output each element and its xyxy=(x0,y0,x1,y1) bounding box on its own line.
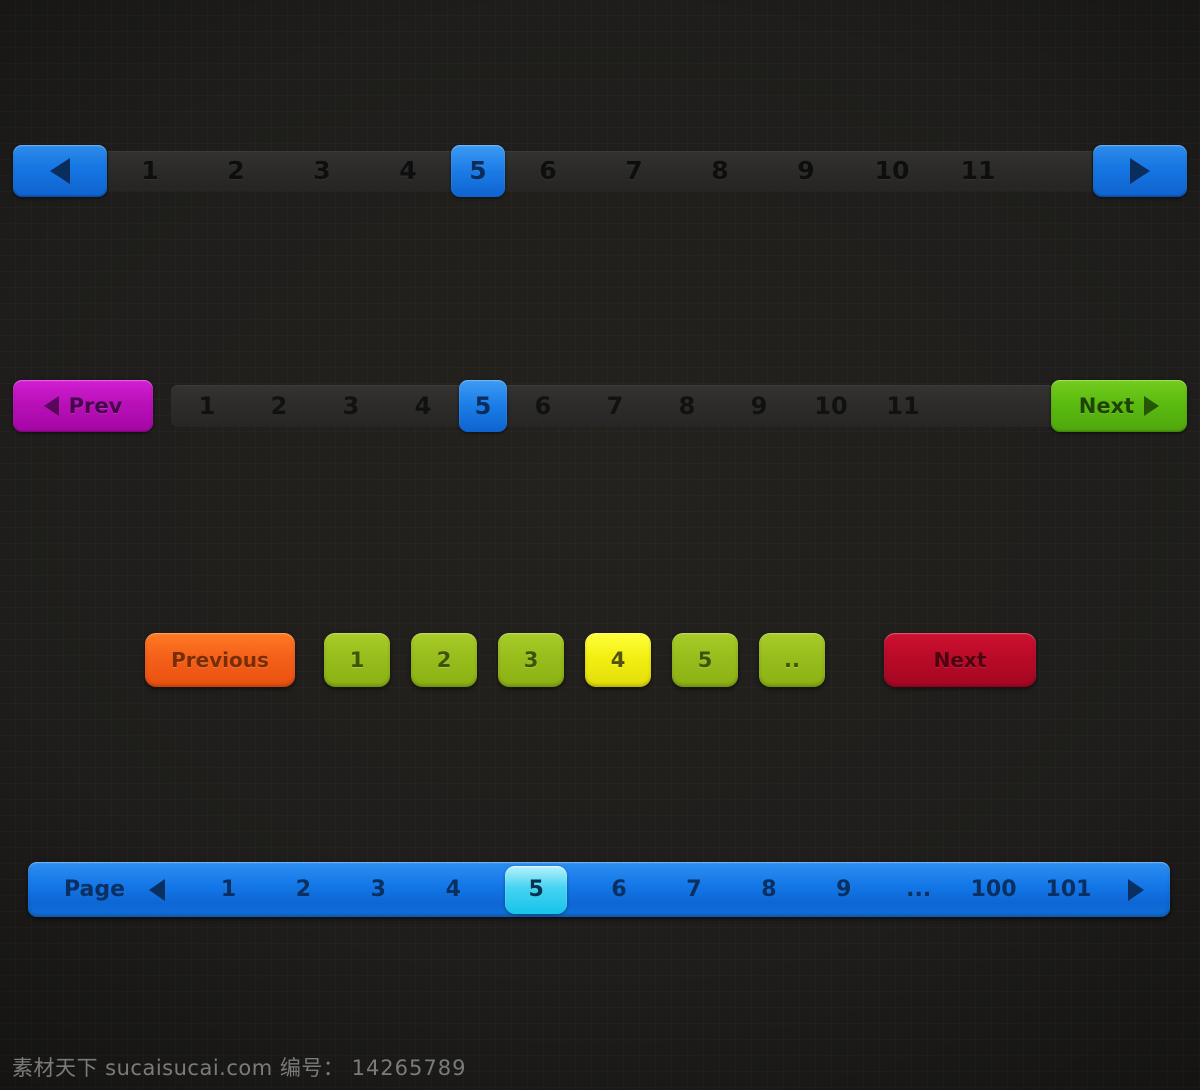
next-page-button[interactable]: Next xyxy=(884,633,1036,687)
page-number-7[interactable]: 7 xyxy=(671,862,717,917)
watermark-site: 素材天下 sucaisucai.com xyxy=(12,1056,273,1080)
page-number-100[interactable]: 100 xyxy=(971,862,1017,917)
page-number-list: 1 2 3 4 5 6 7 8 9 10 11 xyxy=(171,380,939,432)
previous-page-button[interactable]: Previous xyxy=(145,633,295,687)
page-number-6[interactable]: 6 xyxy=(596,862,642,917)
page-number-3[interactable]: 3 xyxy=(355,862,401,917)
page-number-9[interactable]: 9 xyxy=(763,145,849,197)
page-number-8[interactable]: 8 xyxy=(746,862,792,917)
page-number-3[interactable]: 3 xyxy=(498,633,564,687)
page-label: Page xyxy=(64,877,126,902)
page-number-list: 1 2 3 4 5 6 7 8 9 10 11 xyxy=(107,145,1021,197)
triangle-right-icon xyxy=(1130,158,1150,184)
next-page-button[interactable] xyxy=(1093,145,1187,197)
page-number-10[interactable]: 10 xyxy=(849,145,935,197)
page-number-101[interactable]: 101 xyxy=(1045,862,1092,917)
page-number-5-active[interactable]: 5 xyxy=(459,380,507,432)
triangle-left-icon xyxy=(43,396,59,416)
page-number-2[interactable]: 2 xyxy=(193,145,279,197)
page-number-9[interactable]: 9 xyxy=(723,380,795,432)
page-number-4-active[interactable]: 4 xyxy=(585,633,651,687)
page-number-6[interactable]: 6 xyxy=(505,145,591,197)
page-ellipsis: ... xyxy=(906,877,932,902)
page-number-2[interactable]: 2 xyxy=(411,633,477,687)
blue-arrow-pagination: 1 2 3 4 5 6 7 8 9 10 11 xyxy=(13,145,1187,197)
next-button-label: Next xyxy=(1078,394,1135,418)
watermark-id-value: 14265789 xyxy=(351,1056,467,1080)
prev-page-button[interactable] xyxy=(137,862,177,917)
page-number-10[interactable]: 10 xyxy=(795,380,867,432)
triangle-right-icon xyxy=(1128,878,1144,901)
page-number-5-active[interactable]: 5 xyxy=(451,145,505,197)
page-number-2[interactable]: 2 xyxy=(280,862,326,917)
page-number-11[interactable]: 11 xyxy=(867,380,939,432)
page-number-4[interactable]: 4 xyxy=(430,862,476,917)
next-page-button[interactable]: Next xyxy=(1051,380,1187,432)
next-page-button[interactable] xyxy=(1116,862,1156,917)
prev-button-label: Prev xyxy=(68,394,123,418)
rounded-color-button-pagination: Previous 1 2 3 4 5 .. Next xyxy=(145,633,1036,687)
page-number-8[interactable]: 8 xyxy=(677,145,763,197)
prev-next-pagination: Prev 1 2 3 4 5 6 7 8 9 10 11 Next xyxy=(13,380,1187,432)
page-number-6[interactable]: 6 xyxy=(507,380,579,432)
prev-page-button[interactable]: Prev xyxy=(13,380,153,432)
page-number-list: 1 2 3 4 5 6 7 8 9 ... 100 101 xyxy=(191,862,1106,917)
page-number-4[interactable]: 4 xyxy=(365,145,451,197)
page-number-7[interactable]: 7 xyxy=(579,380,651,432)
page-number-7[interactable]: 7 xyxy=(591,145,677,197)
blue-bar-pagination: Page 1 2 3 4 5 6 7 8 9 ... 100 101 xyxy=(28,862,1170,917)
triangle-left-icon xyxy=(50,158,70,184)
watermark-id-label: 编号： xyxy=(279,1056,345,1080)
page-number-3[interactable]: 3 xyxy=(315,380,387,432)
page-number-3[interactable]: 3 xyxy=(279,145,365,197)
page-number-8[interactable]: 8 xyxy=(651,380,723,432)
prev-page-button[interactable] xyxy=(13,145,107,197)
page-number-5-active[interactable]: 5 xyxy=(505,865,568,914)
page-ellipsis-button[interactable]: .. xyxy=(759,633,825,687)
page-number-2[interactable]: 2 xyxy=(243,380,315,432)
page-number-11[interactable]: 11 xyxy=(935,145,1021,197)
triangle-left-icon xyxy=(149,878,166,901)
triangle-right-icon xyxy=(1144,396,1160,416)
page-number-4[interactable]: 4 xyxy=(387,380,459,432)
page-number-1[interactable]: 1 xyxy=(171,380,243,432)
watermark: 素材天下 sucaisucai.com 编号： 14265789 xyxy=(12,1052,466,1082)
page-number-1[interactable]: 1 xyxy=(206,862,252,917)
page-number-5[interactable]: 5 xyxy=(672,633,738,687)
page-number-1[interactable]: 1 xyxy=(324,633,390,687)
page-number-1[interactable]: 1 xyxy=(107,145,193,197)
page-number-9[interactable]: 9 xyxy=(821,862,867,917)
